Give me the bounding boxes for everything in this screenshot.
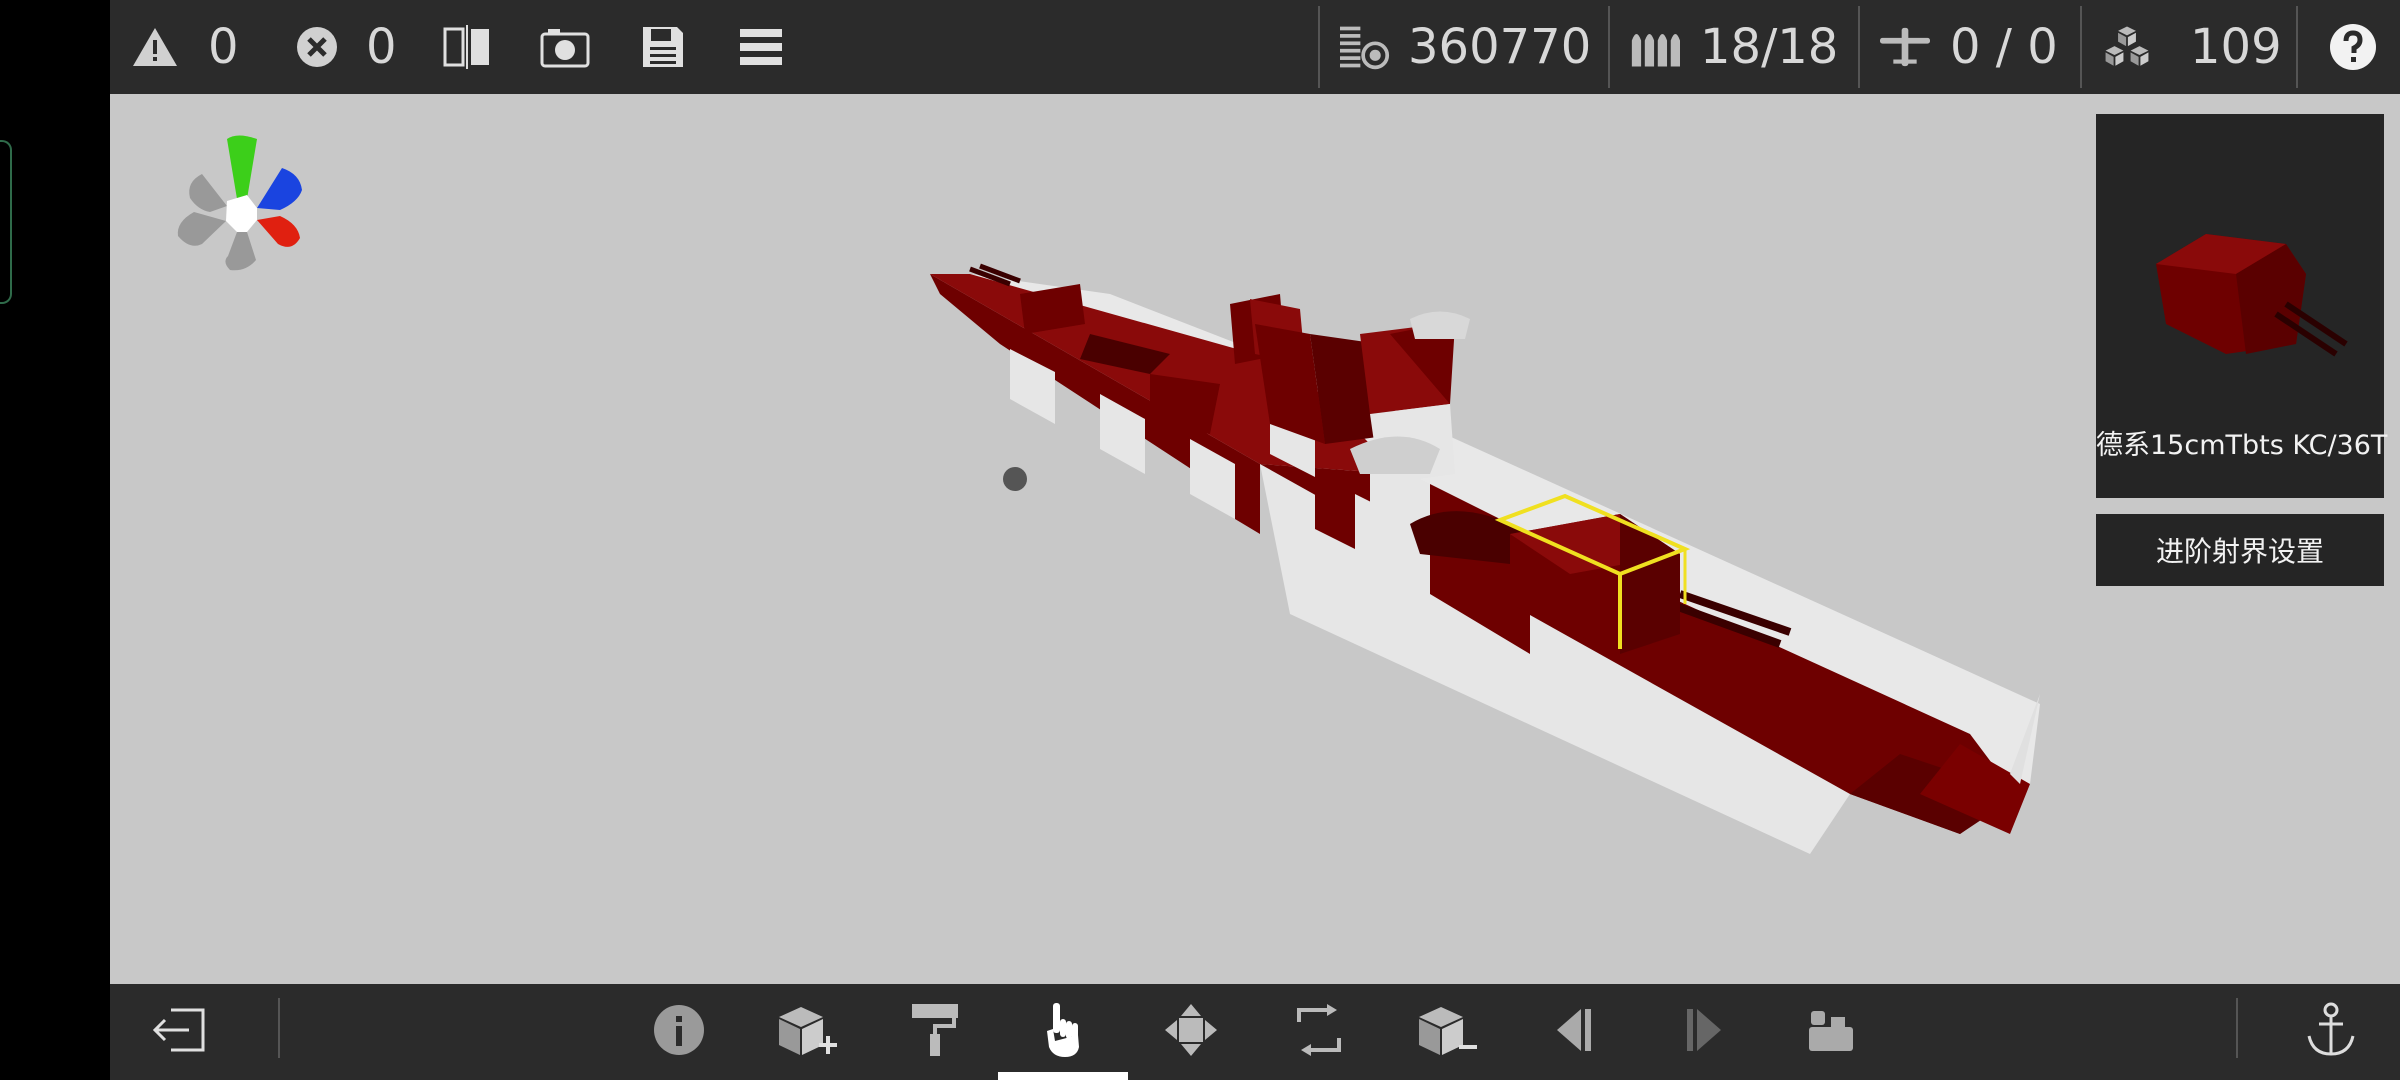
bottombar-divider — [2236, 998, 2238, 1058]
add-part-icon — [775, 1003, 839, 1061]
bottombar-divider — [278, 998, 280, 1058]
redo-icon — [1683, 1007, 1723, 1057]
remove-part-icon — [1415, 1003, 1479, 1061]
3d-viewport[interactable]: 德系15cmTbts KC/36T 进阶射界设置 — [110, 94, 2400, 984]
topbar-divider — [2296, 6, 2298, 88]
parts-icon — [2102, 17, 2152, 77]
undo-button[interactable] — [1520, 984, 1630, 1080]
rotate-icon — [1293, 1004, 1345, 1060]
screenshot-button[interactable] — [540, 0, 590, 94]
menu-button[interactable] — [736, 0, 786, 94]
save-icon — [638, 17, 688, 77]
parts-value: 109 — [2190, 19, 2282, 75]
redo-button[interactable] — [1648, 984, 1758, 1080]
crew-icon — [1807, 1007, 1855, 1057]
selected-part-card[interactable]: 德系15cmTbts KC/36T — [2096, 114, 2388, 498]
move-icon — [1163, 1002, 1219, 1062]
anchor-button[interactable] — [2276, 984, 2386, 1080]
add-part-button[interactable] — [752, 984, 862, 1080]
crew-button[interactable] — [1776, 984, 1886, 1080]
topbar-divider — [2080, 6, 2082, 88]
cost-value: 360770 — [1408, 19, 1592, 75]
save-button[interactable] — [638, 0, 688, 94]
propeller — [1003, 467, 1027, 491]
cost-icon — [1340, 17, 1390, 77]
rotate-button[interactable] — [1264, 984, 1374, 1080]
exit-button[interactable] — [124, 984, 234, 1080]
topbar-divider — [1858, 6, 1860, 88]
part-name: 德系15cmTbts KC/36T — [2096, 430, 2388, 461]
ship-model — [177, 135, 2040, 854]
camera-icon — [540, 17, 590, 77]
anchor-icon — [2305, 1002, 2357, 1062]
paint-roller-icon — [910, 1002, 960, 1062]
warnings-count: 0 — [208, 19, 239, 75]
aircraft-value: 0 / 0 — [1950, 19, 2058, 75]
move-button[interactable] — [1136, 984, 1246, 1080]
info-icon — [653, 1004, 705, 1060]
topbar-divider — [1608, 6, 1610, 88]
advanced-firing-arc-button[interactable]: 进阶射界设置 — [2096, 514, 2384, 586]
help-icon — [2328, 17, 2378, 77]
error-icon — [292, 17, 342, 77]
hand-select-icon — [1043, 1001, 1083, 1063]
topbar-divider — [1318, 6, 1320, 88]
active-tool-indicator — [998, 1072, 1128, 1080]
aircraft-indicator: 0 / 0 — [1880, 0, 2058, 94]
warning-icon — [130, 17, 180, 77]
bottom-toolbar — [110, 984, 2400, 1080]
left-edge-strip — [0, 0, 110, 1080]
select-tool-button[interactable] — [998, 984, 1128, 1080]
undo-icon — [1555, 1007, 1595, 1057]
remove-part-button[interactable] — [1392, 984, 1502, 1080]
edge-handle — [0, 140, 12, 304]
part-thumbnail — [2156, 234, 2348, 357]
errors-indicator[interactable]: 0 — [292, 0, 397, 94]
exit-icon — [151, 1006, 207, 1058]
paint-button[interactable] — [880, 984, 990, 1080]
parts-indicator: 109 — [2102, 0, 2282, 94]
cost-indicator: 360770 — [1340, 0, 1591, 94]
help-button[interactable] — [2328, 0, 2378, 94]
info-button[interactable] — [624, 984, 734, 1080]
ammo-icon — [1630, 17, 1680, 77]
ammo-indicator: 18/18 — [1630, 0, 1838, 94]
aircraft-icon — [1880, 17, 1930, 77]
mirror-button[interactable] — [442, 0, 492, 94]
top-toolbar: 0 0 360770 18/18 0 / 0 109 — [110, 0, 2400, 94]
errors-count: 0 — [366, 19, 397, 75]
warnings-indicator[interactable]: 0 — [130, 0, 239, 94]
ammo-value: 18/18 — [1700, 19, 1839, 75]
mirror-icon — [442, 17, 492, 77]
menu-icon — [736, 17, 786, 77]
orientation-gizmo[interactable] — [177, 135, 302, 271]
